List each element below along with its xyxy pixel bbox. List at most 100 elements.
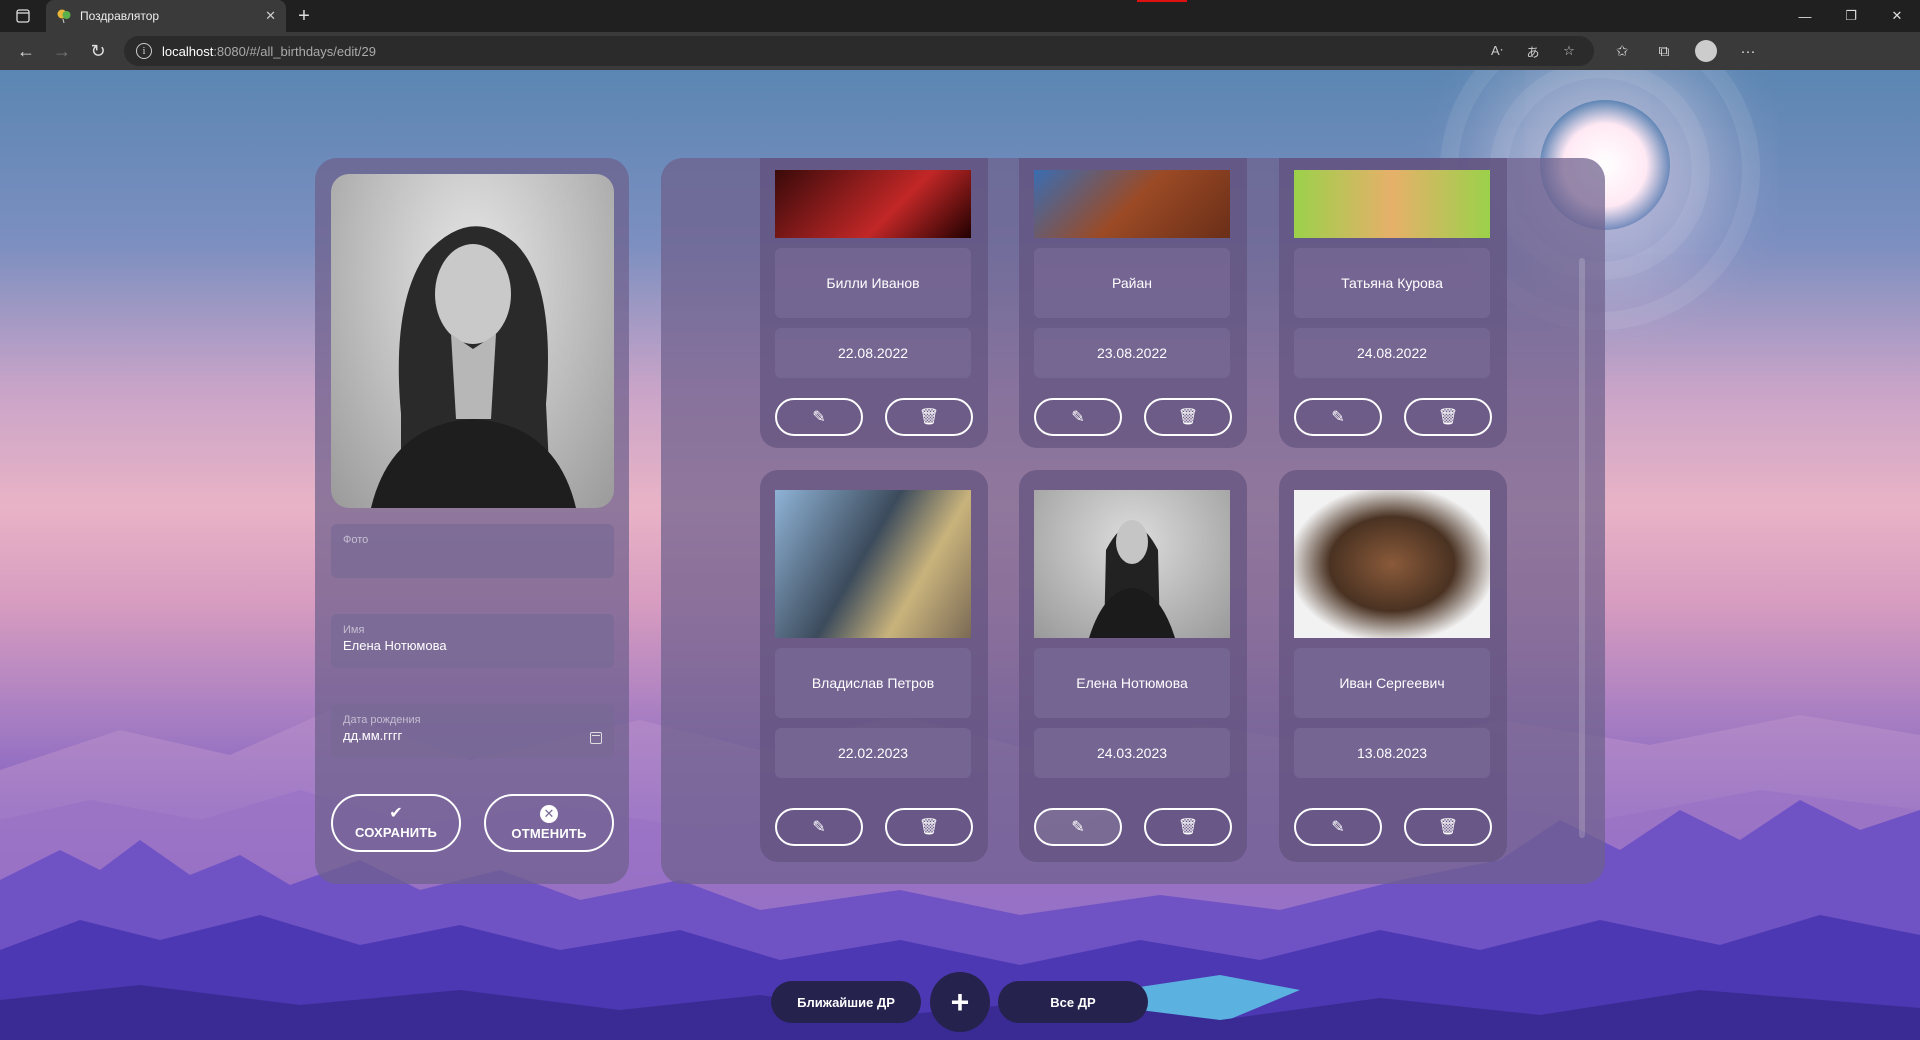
card-date: 23.08.2022: [1034, 328, 1230, 378]
site-info-icon[interactable]: i: [136, 43, 152, 59]
person-photo: [1034, 490, 1230, 638]
save-button[interactable]: ✔ СОХРАНИТЬ: [331, 794, 461, 852]
back-icon[interactable]: ←: [8, 35, 44, 67]
trash-icon: 🗑: [1437, 819, 1459, 836]
delete-button[interactable]: 🗑: [1144, 398, 1232, 436]
all-birthdays-label: Все ДР: [1050, 994, 1096, 1010]
card-date: 22.08.2022: [775, 328, 971, 378]
card-date: 24.03.2023: [1034, 728, 1230, 778]
pencil-icon: ✎: [812, 819, 826, 836]
card-date: 22.02.2023: [775, 728, 971, 778]
delete-button[interactable]: 🗑: [1144, 808, 1232, 846]
person-photo: [775, 170, 971, 238]
birthday-card: Райан 23.08.2022 ✎ 🗑: [1019, 158, 1247, 448]
profile-icon[interactable]: [1688, 35, 1724, 67]
trash-icon: 🗑: [1177, 819, 1199, 836]
birthday-card: Иван Сергеевич 13.08.2023 ✎ 🗑: [1279, 470, 1507, 862]
nearest-birthdays-label: Ближайшие ДР: [797, 994, 895, 1010]
trash-icon: 🗑: [918, 819, 940, 836]
cancel-button[interactable]: ✕ ОТМЕНИТЬ: [484, 794, 614, 852]
tab-title: Поздравлятор: [80, 9, 160, 23]
name-field[interactable]: Имя Елена Нотюмова: [331, 614, 614, 668]
trash-icon: 🗑: [918, 409, 940, 426]
balloon-favicon-icon: [56, 8, 72, 24]
address-bar-row: ← → ↻ i localhost:8080/#/all_birthdays/e…: [0, 32, 1920, 70]
all-birthdays-button[interactable]: Все ДР: [998, 981, 1148, 1023]
edit-photo-preview: [331, 174, 614, 508]
person-photo: [775, 490, 971, 638]
edit-button[interactable]: ✎: [775, 398, 863, 436]
person-photo: [1294, 490, 1490, 638]
person-photo: [1294, 170, 1490, 238]
pencil-icon: ✎: [1071, 819, 1085, 836]
add-birthday-button[interactable]: +: [930, 972, 990, 1032]
birthday-list-panel: Билли Иванов 22.08.2022 ✎ 🗑 Райан 23.08.…: [661, 158, 1605, 884]
portrait-photo: [371, 226, 576, 508]
list-scrollbar[interactable]: [1579, 258, 1585, 838]
new-tab-icon[interactable]: +: [286, 0, 322, 32]
cancel-button-label: ОТМЕНИТЬ: [511, 826, 587, 841]
check-icon: ✔: [389, 805, 403, 822]
delete-button[interactable]: 🗑: [1404, 808, 1492, 846]
card-name: Билли Иванов: [775, 248, 971, 318]
tab-actions-icon[interactable]: [0, 0, 46, 32]
trash-icon: 🗑: [1177, 409, 1199, 426]
browser-titlebar: Поздравлятор ✕ + — ❐ ✕: [0, 0, 1920, 32]
birthdate-field-label: Дата рождения: [343, 714, 421, 726]
card-date: 13.08.2023: [1294, 728, 1490, 778]
tab-close-icon[interactable]: ✕: [265, 8, 276, 24]
photo-field[interactable]: Фото: [331, 524, 614, 578]
trash-icon: 🗑: [1437, 409, 1459, 426]
restore-icon[interactable]: ❐: [1828, 0, 1874, 32]
person-photo: [1034, 170, 1230, 238]
card-name: Райан: [1034, 248, 1230, 318]
forward-icon[interactable]: →: [44, 35, 80, 67]
birthdate-field[interactable]: Дата рождения дд.мм.гггг: [331, 704, 614, 758]
window-close-icon[interactable]: ✕: [1874, 0, 1920, 32]
card-name: Татьяна Курова: [1294, 248, 1490, 318]
delete-button[interactable]: 🗑: [885, 808, 973, 846]
pencil-icon: ✎: [1331, 409, 1345, 426]
birthdate-placeholder: дд.мм.гггг: [343, 728, 403, 743]
birthday-card: Билли Иванов 22.08.2022 ✎ 🗑: [760, 158, 988, 448]
card-name: Владислав Петров: [775, 648, 971, 718]
url-field[interactable]: i localhost:8080/#/all_birthdays/edit/29…: [124, 36, 1594, 66]
close-circle-icon: ✕: [540, 805, 558, 823]
url-path: :8080/#/all_birthdays/edit/29: [213, 43, 376, 59]
birthday-card: Владислав Петров 22.02.2023 ✎ 🗑: [760, 470, 988, 862]
birthday-card: Елена Нотюмова 24.03.2023 ✎ 🗑: [1019, 470, 1247, 862]
collections-icon[interactable]: ⧉: [1646, 35, 1682, 67]
delete-button[interactable]: 🗑: [885, 398, 973, 436]
favorites-icon[interactable]: ✩: [1604, 35, 1640, 67]
minimize-icon[interactable]: —: [1782, 0, 1828, 32]
browser-tab[interactable]: Поздравлятор ✕: [46, 0, 286, 32]
delete-button[interactable]: 🗑: [1404, 398, 1492, 436]
add-favorite-icon[interactable]: ☆: [1556, 43, 1582, 59]
translate-icon[interactable]: あ: [1520, 42, 1546, 61]
calendar-icon[interactable]: [590, 732, 602, 744]
card-name: Иван Сергеевич: [1294, 648, 1490, 718]
name-field-label: Имя: [343, 624, 365, 636]
pencil-icon: ✎: [1071, 409, 1085, 426]
birthday-card: Татьяна Курова 24.08.2022 ✎ 🗑: [1279, 158, 1507, 448]
card-date: 24.08.2022: [1294, 328, 1490, 378]
name-field-value: Елена Нотюмова: [343, 638, 447, 653]
read-aloud-icon[interactable]: Aᐧ: [1484, 43, 1510, 59]
avatar: [1695, 40, 1717, 62]
edit-button[interactable]: ✎: [775, 808, 863, 846]
url-host: localhost: [162, 43, 214, 59]
reload-icon[interactable]: ↻: [80, 35, 116, 67]
edit-button[interactable]: ✎: [1034, 398, 1122, 436]
edit-birthday-panel: Фото Имя Елена Нотюмова Дата рождения дд…: [315, 158, 629, 884]
save-button-label: СОХРАНИТЬ: [354, 825, 438, 840]
card-name: Елена Нотюмова: [1034, 648, 1230, 718]
edit-button[interactable]: ✎: [1294, 398, 1382, 436]
plus-icon: +: [950, 983, 970, 1020]
nearest-birthdays-button[interactable]: Ближайшие ДР: [771, 981, 921, 1023]
photo-field-label: Фото: [343, 534, 369, 546]
more-menu-icon[interactable]: ···: [1730, 35, 1766, 67]
pencil-icon: ✎: [1331, 819, 1345, 836]
edit-button[interactable]: ✎: [1034, 808, 1122, 846]
pencil-icon: ✎: [812, 409, 826, 426]
edit-button[interactable]: ✎: [1294, 808, 1382, 846]
